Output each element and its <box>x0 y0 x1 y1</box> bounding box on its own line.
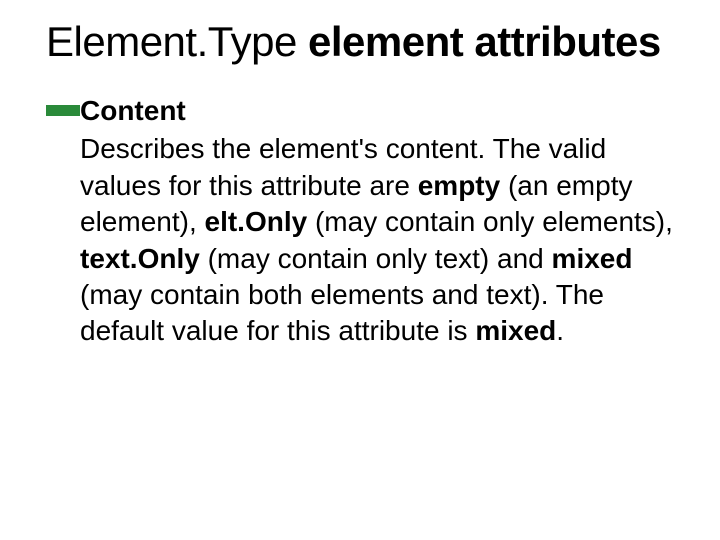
item-description: Describes the element's content. The val… <box>80 131 688 349</box>
value-eltonly: elt.Only <box>205 206 308 237</box>
desc-tail: . <box>556 315 564 346</box>
slide-title: Element.Type element attributes <box>46 18 692 65</box>
square-bullet-icon <box>46 105 80 116</box>
value-mixed: mixed <box>552 243 633 274</box>
title-part-2: element attributes <box>308 18 661 65</box>
item-heading: Content <box>80 93 688 129</box>
value-empty: empty <box>418 170 500 201</box>
body: Content Describes the element's content.… <box>46 93 692 350</box>
content-column: Content Describes the element's content.… <box>80 93 692 350</box>
desc-text: (may contain only text) and <box>200 243 552 274</box>
slide: Element.Type element attributes Content … <box>0 0 720 540</box>
desc-text: (may contain only elements), <box>307 206 673 237</box>
value-textonly: text.Only <box>80 243 200 274</box>
title-part-1: Element.Type <box>46 18 297 65</box>
value-mixed-default: mixed <box>475 315 556 346</box>
